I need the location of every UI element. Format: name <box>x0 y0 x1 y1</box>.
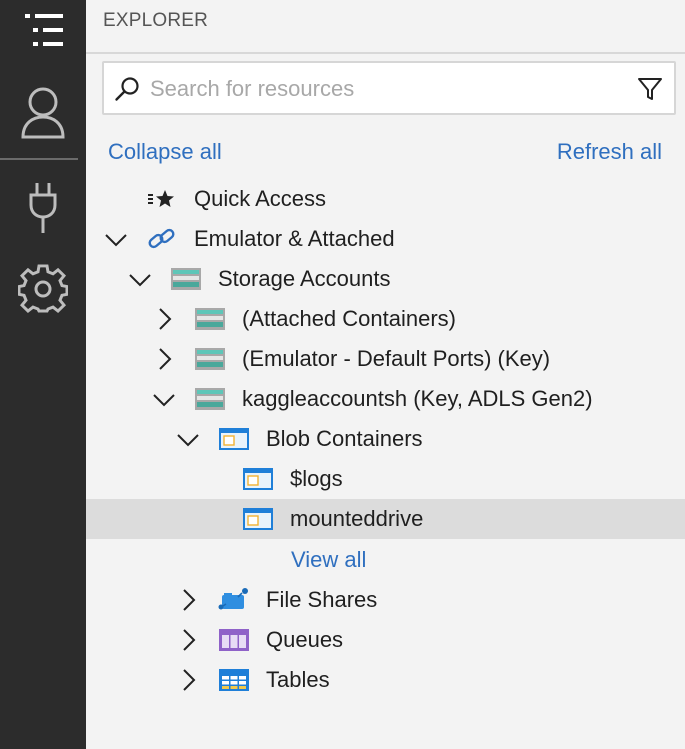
chevron-right-icon[interactable] <box>152 307 176 331</box>
tree-item-file-shares[interactable]: File Shares <box>86 580 685 620</box>
tree-item-tables[interactable]: Tables <box>86 660 685 700</box>
tree-item-label: (Attached Containers) <box>242 306 456 331</box>
chevron-down-icon[interactable] <box>104 227 128 251</box>
search-box <box>102 61 676 115</box>
tree-item-label: Emulator & Attached <box>194 226 395 251</box>
storage-account-icon <box>194 346 226 372</box>
queue-icon <box>218 627 250 653</box>
tree-item-mounteddrive[interactable]: mounteddrive <box>86 499 685 539</box>
tree-item-label: kaggleaccountsh (Key, ADLS Gen2) <box>242 386 593 411</box>
activity-bar <box>0 0 86 749</box>
tree-item-label: File Shares <box>266 587 378 612</box>
chevron-right-icon[interactable] <box>152 347 176 371</box>
view-all-link[interactable]: View all <box>291 547 366 573</box>
tree-item-label: $logs <box>290 466 343 491</box>
account-icon[interactable] <box>0 84 86 140</box>
table-icon <box>218 667 250 693</box>
tree-item-label: Tables <box>266 667 330 692</box>
tree-item-label: Blob Containers <box>266 426 423 451</box>
tree-item-label: mounteddrive <box>290 506 424 531</box>
quick-access-icon <box>146 186 178 212</box>
panel-divider <box>86 52 685 54</box>
storage-account-icon <box>170 266 202 292</box>
file-share-icon <box>218 587 250 613</box>
chevron-down-icon[interactable] <box>128 267 152 291</box>
blob-container-icon <box>242 506 274 532</box>
collapse-all-link[interactable]: Collapse all <box>108 139 222 165</box>
plug-icon[interactable] <box>0 180 86 236</box>
storage-account-icon <box>194 306 226 332</box>
blob-container-icon <box>242 466 274 492</box>
chevron-right-icon[interactable] <box>176 628 200 652</box>
tree-item-label: Quick Access <box>194 186 327 211</box>
activity-separator <box>0 158 78 160</box>
tree-item-attached-containers[interactable]: (Attached Containers) <box>86 299 685 339</box>
storage-account-icon <box>194 386 226 412</box>
tree-item-queues[interactable]: Queues <box>86 620 685 660</box>
panel-title: EXPLORER <box>103 10 209 31</box>
tree-item-storage-accounts[interactable]: Storage Accounts <box>86 259 685 299</box>
search-icon <box>114 76 140 107</box>
tree-item-logs[interactable]: $logs <box>86 459 685 499</box>
chevron-right-icon[interactable] <box>176 668 200 692</box>
link-icon <box>146 226 178 252</box>
tree-item-label: (Emulator - Default Ports) (Key) <box>242 346 551 371</box>
chevron-down-icon[interactable] <box>152 387 176 411</box>
tree-item-label: Queues <box>266 627 344 652</box>
filter-icon[interactable] <box>637 76 663 107</box>
search-input[interactable] <box>150 73 620 105</box>
tree-item-label: Storage Accounts <box>218 266 391 291</box>
tree-item-quick-access[interactable]: Quick Access <box>86 179 685 219</box>
tree-item-emulator-attached[interactable]: Emulator & Attached <box>86 219 685 259</box>
tree-item-emulator-default-ports[interactable]: (Emulator - Default Ports) (Key) <box>86 339 685 379</box>
tree-item-blob-containers[interactable]: Blob Containers <box>86 419 685 459</box>
explorer-panel: EXPLORER Collapse all Refresh all Quick … <box>86 0 685 749</box>
chevron-right-icon[interactable] <box>176 588 200 612</box>
refresh-all-link[interactable]: Refresh all <box>557 139 662 165</box>
gear-icon[interactable] <box>0 262 86 316</box>
explorer-icon[interactable] <box>0 8 86 56</box>
chevron-down-icon[interactable] <box>176 427 200 451</box>
tree-item-kaggleaccountsh[interactable]: kaggleaccountsh (Key, ADLS Gen2) <box>86 379 685 419</box>
blob-container-icon <box>218 426 250 452</box>
